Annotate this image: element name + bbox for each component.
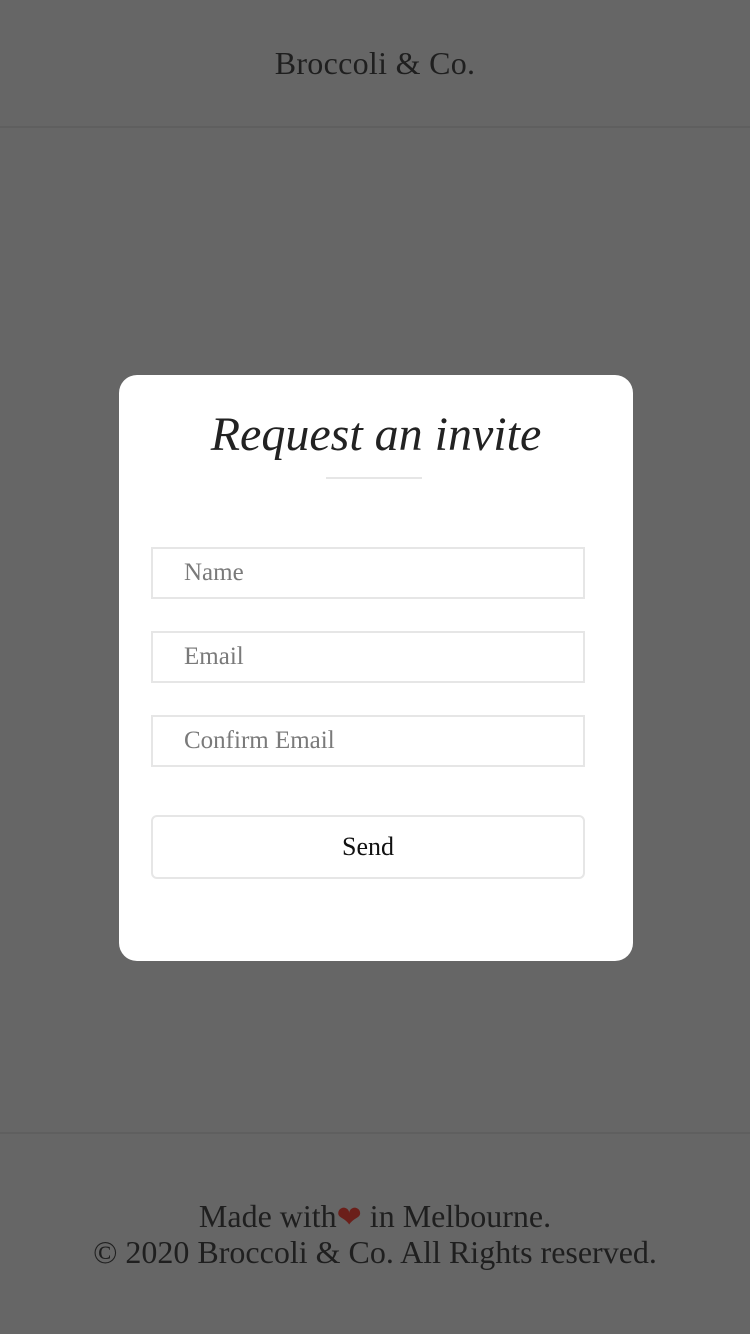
- name-field: [151, 547, 585, 599]
- brand-name: Broccoli & Co.: [274, 44, 476, 81]
- request-invite-modal: Request an invite Send: [119, 375, 633, 961]
- heart-icon: ❤: [336, 1200, 362, 1235]
- made-with-prefix: Made with: [198, 1198, 337, 1234]
- title-divider: [326, 477, 422, 479]
- confirm-email-field: [151, 715, 585, 767]
- confirm-email-input[interactable]: [153, 717, 583, 765]
- site-header: Broccoli & Co.: [0, 0, 750, 128]
- send-button[interactable]: Send: [151, 815, 585, 879]
- made-with-line: Made with❤ in Melbourne.: [0, 1198, 750, 1236]
- site-footer: Made with❤ in Melbourne. © 2020 Broccoli…: [0, 1132, 750, 1334]
- copyright-text: © 2020 Broccoli & Co. All Rights reserve…: [93, 1234, 657, 1270]
- modal-title: Request an invite: [210, 408, 542, 461]
- made-with-suffix: in Melbourne.: [361, 1198, 552, 1234]
- email-field: [151, 631, 585, 683]
- name-input[interactable]: [153, 549, 583, 597]
- email-input[interactable]: [153, 633, 583, 681]
